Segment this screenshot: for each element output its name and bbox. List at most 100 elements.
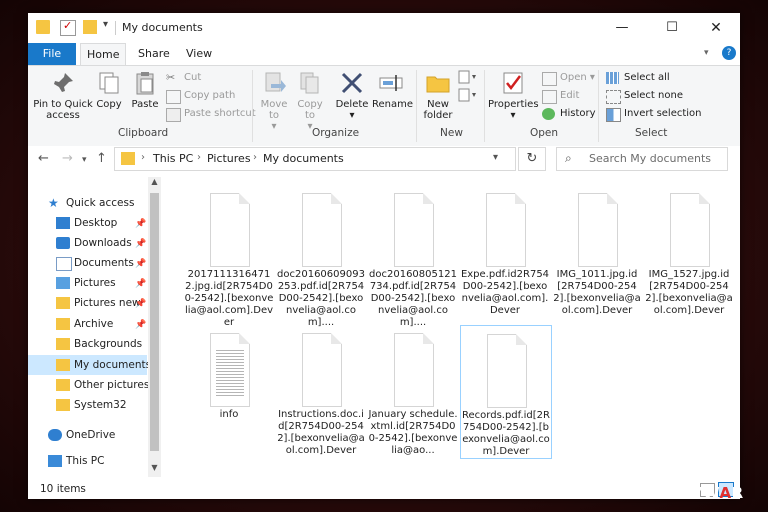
file-item[interactable]: IMG_1011.jpg.id[2R754D00-2542].[bexonvel… [552,185,642,317]
pin-icon: 📌 [135,299,147,309]
folder-icon [56,338,70,350]
open-label: Open [560,72,587,83]
sidebar-item-pictures[interactable]: Pictures 📌 [28,273,147,293]
scroll-up-icon[interactable]: ▲ [148,177,161,189]
file-name: Instructions.doc.id[2R754D00-2542].[bexo… [277,409,365,456]
file-item[interactable]: Records.pdf.id[2R754D00-2542].[bexonveli… [460,325,552,459]
breadcrumb-this-pc[interactable]: This PC [153,152,193,165]
search-input[interactable]: ⌕ Search My documents [556,147,728,171]
tab-home[interactable]: Home [80,43,127,66]
properties-quick-icon[interactable] [60,19,76,36]
file-name: January schedule.xtml.id[2R754D00-2542].… [368,409,458,456]
sidebar-item-pictures-new[interactable]: Pictures new 📌 [28,293,147,313]
chevron-down-icon[interactable]: ▾ [704,48,709,58]
nav-scrollbar[interactable]: ▲ ▼ [148,177,161,477]
copy-icon [99,72,119,94]
tab-view[interactable]: View [180,43,218,65]
customize-quick-access-icon[interactable]: ▾ [103,19,108,30]
sidebar-item-downloads[interactable]: Downloads 📌 [28,233,147,253]
pin-to-quick-access-button[interactable]: Pin to Quick access [32,70,94,121]
properties-button[interactable]: Properties ▾ [488,70,539,121]
folder-icon [56,379,70,391]
help-icon[interactable]: ? [722,46,736,60]
recent-locations-icon[interactable]: ▾ [82,155,87,165]
sidebar-item-archive[interactable]: Archive 📌 [28,314,147,334]
new-item-icon[interactable] [458,70,478,86]
move-to-icon [265,72,286,92]
file-item[interactable]: doc20160609093253.pdf.id[2R754D00-2542].… [276,185,366,328]
copy-button[interactable]: Copy [94,70,124,110]
sidebar-item-backgrounds[interactable]: Backgrounds [28,334,147,354]
edit-label: Edit [560,90,580,101]
sidebar-item-onedrive[interactable]: OneDrive [28,425,147,445]
history-button[interactable]: History [542,106,596,122]
copy-path-icon [166,90,181,104]
new-folder-button[interactable]: New folder [420,70,456,121]
select-all-button[interactable]: Select all [606,70,670,86]
open-button[interactable]: Open ▾ [542,70,595,86]
easy-access-icon[interactable] [458,88,478,104]
sidebar-item-documents[interactable]: Documents 📌 [28,253,147,273]
file-item[interactable]: IMG_1527.jpg.id[2R754D00-2542].[bexonvel… [644,185,734,317]
tab-file[interactable]: File [28,43,76,65]
maximize-button[interactable]: ☐ [650,13,694,43]
sidebar-item-my-documents[interactable]: My documents [28,355,151,375]
cloud-icon [48,429,62,441]
file-item[interactable]: 20171113164712.jpg.id[2R754D00-2542].[be… [184,185,274,328]
history-icon [542,108,555,120]
address-bar[interactable]: › This PC › Pictures › My documents ▾ [114,147,516,171]
paste-shortcut-button[interactable]: Paste shortcut [166,106,256,122]
sidebar-item-this-pc[interactable]: This PC [28,451,147,471]
forward-arrow-icon[interactable]: → [62,151,73,166]
delete-button[interactable]: Delete ▾ [334,70,370,121]
watermark-logo: 2SPYWAR [658,484,744,502]
edit-button[interactable]: Edit [542,88,579,104]
paste-button[interactable]: Paste [128,70,162,110]
pin-icon: 📌 [135,239,147,249]
file-item[interactable]: Expe.pdf.id2R754D00-2542].[bexonvelia@ao… [460,185,550,317]
scroll-down-icon[interactable]: ▼ [148,463,161,475]
sidebar-item-desktop[interactable]: Desktop 📌 [28,213,147,233]
paste-shortcut-label: Paste shortcut [184,108,256,119]
title-separator [115,21,116,35]
edit-icon [542,90,557,104]
breadcrumb-pictures[interactable]: Pictures [207,152,251,165]
cut-label: Cut [184,72,202,83]
organize-group-label: Organize [312,127,360,139]
copy-to-button[interactable]: Copy to ▾ [294,70,326,132]
up-arrow-icon[interactable]: ↑ [96,151,107,166]
select-all-label: Select all [624,72,670,83]
sidebar-item-label: Pictures new [74,297,141,309]
cut-button[interactable]: ✂ Cut [166,70,201,86]
refresh-button[interactable]: ↻ [518,147,546,171]
breadcrumb-my-documents[interactable]: My documents [263,152,344,165]
move-to-button[interactable]: Move to ▾ [258,70,290,132]
new-folder-quick-icon[interactable] [83,20,97,34]
rename-button[interactable]: Rename [372,70,413,110]
copy-path-button[interactable]: Copy path [166,88,235,104]
file-item[interactable]: info [184,325,274,457]
minimize-button[interactable]: — [600,13,644,43]
close-button[interactable]: ✕ [694,13,738,43]
search-placeholder: Search My documents [589,152,712,165]
file-item[interactable]: doc20160805121734.pdf.id[2R754D00-2542].… [368,185,458,328]
file-name: IMG_1527.jpg.id[2R754D00-2542].[bexonvel… [645,269,733,316]
back-arrow-icon[interactable]: ← [38,151,49,166]
title-bar: ▾ My documents — ☐ ✕ [28,13,740,43]
item-count: 10 items [40,483,86,495]
select-group-label: Select [635,127,668,139]
file-item[interactable]: January schedule.xtml.id[2R754D00-2542].… [368,325,458,457]
scroll-thumb[interactable] [150,193,159,451]
pin-icon [54,73,73,92]
pin-icon: 📌 [135,279,147,289]
sidebar-item-other-pictures[interactable]: Other pictures [28,375,149,395]
sidebar-item-system32[interactable]: System32 [28,395,147,415]
tab-share[interactable]: Share [132,43,176,65]
desktop-icon [56,217,70,229]
address-dropdown-icon[interactable]: ▾ [493,152,498,163]
sidebar-item-quick-access[interactable]: ★ Quick access [28,193,147,213]
blank-file-icon [210,193,250,267]
select-none-button[interactable]: Select none [606,88,683,104]
invert-selection-button[interactable]: Invert selection [606,106,702,122]
file-item[interactable]: Instructions.doc.id[2R754D00-2542].[bexo… [276,325,366,457]
